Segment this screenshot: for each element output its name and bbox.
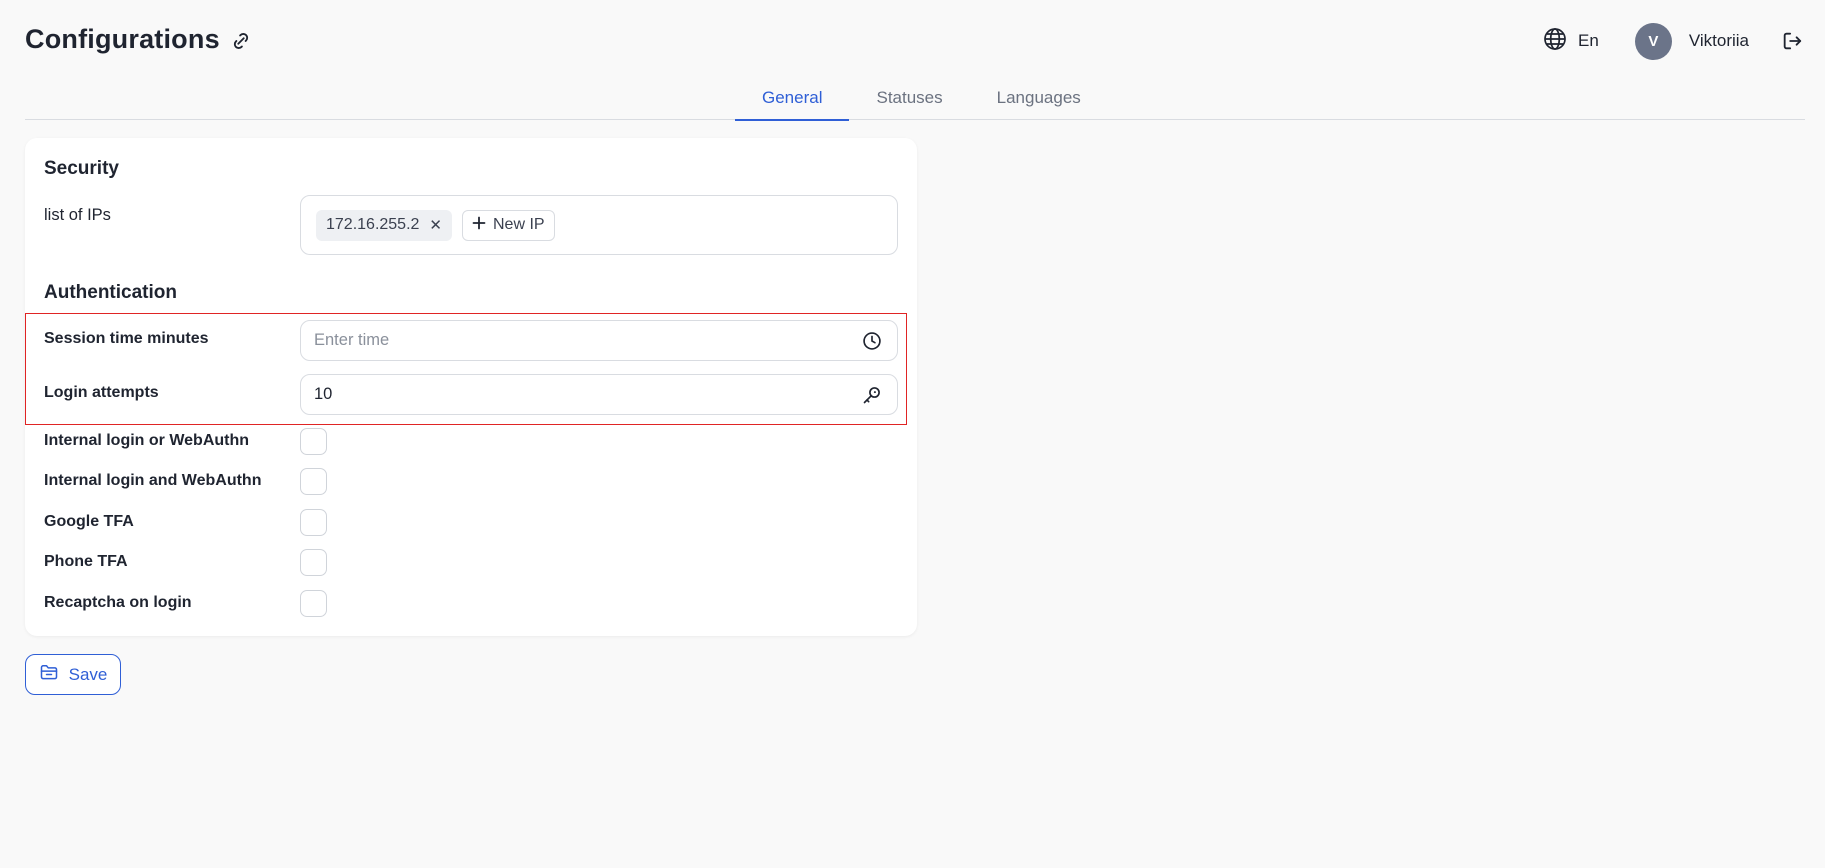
- ip-chip-label: 172.16.255.2: [326, 216, 420, 233]
- key-icon[interactable]: [860, 383, 884, 407]
- tab-statuses[interactable]: Statuses: [849, 80, 969, 120]
- tab-languages[interactable]: Languages: [970, 80, 1108, 120]
- save-button[interactable]: Save: [25, 654, 121, 695]
- phone-tfa-checkbox[interactable]: [300, 549, 327, 576]
- option-label: Recaptcha on login: [44, 594, 192, 611]
- session-time-placeholder: Enter time: [314, 331, 390, 349]
- link-icon[interactable]: [227, 27, 255, 55]
- security-title: Security: [44, 158, 119, 179]
- username: Viktoriia: [1688, 31, 1749, 50]
- session-time-field[interactable]: Enter time: [300, 320, 898, 361]
- option-label: Phone TFA: [44, 553, 128, 570]
- plus-icon: [472, 216, 486, 235]
- tabs-bar: General Statuses Languages: [25, 80, 1805, 121]
- new-ip-button[interactable]: New IP: [462, 209, 555, 241]
- page-title: Configurations: [25, 24, 220, 54]
- page: Configurations En V Viktoriia General St…: [0, 0, 1825, 868]
- recaptcha-checkbox[interactable]: [300, 590, 327, 617]
- user-menu[interactable]: V Viktoriia: [1634, 22, 1749, 60]
- google-tfa-checkbox[interactable]: [300, 509, 327, 536]
- ip-list-label: list of IPs: [44, 206, 111, 224]
- folder-icon: [39, 662, 59, 687]
- login-attempts-value: 10: [314, 385, 333, 403]
- session-time-label: Session time minutes: [44, 330, 209, 347]
- option-label: Internal login or WebAuthn: [44, 432, 250, 449]
- internal-or-webauthn-checkbox[interactable]: [300, 428, 327, 455]
- option-label: Internal login and WebAuthn: [44, 472, 262, 489]
- ip-list-input[interactable]: 172.16.255.2 ✕ New IP: [300, 195, 898, 255]
- avatar: V: [1634, 22, 1672, 60]
- close-icon[interactable]: ✕: [429, 218, 442, 233]
- internal-and-webauthn-checkbox[interactable]: [300, 468, 327, 495]
- language-selector[interactable]: En: [1543, 27, 1599, 56]
- globe-icon: [1543, 27, 1567, 56]
- authentication-title: Authentication: [44, 282, 177, 303]
- new-ip-label: New IP: [493, 216, 545, 233]
- clock-icon[interactable]: [860, 329, 884, 353]
- option-label: Google TFA: [44, 513, 134, 530]
- logout-icon[interactable]: [1779, 28, 1805, 54]
- login-attempts-field[interactable]: 10: [300, 374, 898, 415]
- save-label: Save: [68, 664, 108, 684]
- ip-chip: 172.16.255.2 ✕: [316, 209, 452, 241]
- header-right: En V Viktoriia: [1543, 22, 1805, 60]
- tab-general[interactable]: General: [735, 80, 850, 121]
- header: Configurations En V Viktoriia: [25, 22, 1805, 60]
- settings-card: Security list of IPs 172.16.255.2 ✕ New …: [25, 138, 917, 636]
- login-attempts-label: Login attempts: [44, 384, 159, 401]
- tab-row: General Statuses Languages: [735, 80, 1108, 121]
- language-label: En: [1578, 31, 1599, 50]
